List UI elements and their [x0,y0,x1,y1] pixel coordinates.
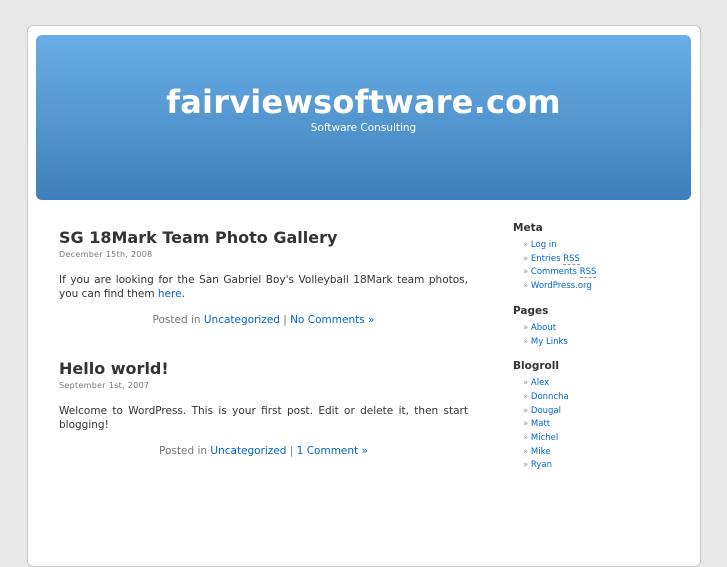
blogroll-link[interactable]: Donncha [531,392,569,402]
blogroll-link[interactable]: Alex [531,378,549,388]
category-link[interactable]: Uncategorized [210,445,286,457]
wordpress-link[interactable]: WordPress.org [531,281,592,291]
post-body: Welcome to WordPress. This is your first… [59,405,468,431]
post: Hello world! September 1st, 2007 Welcome… [59,359,468,457]
rss-abbr: RSS [579,267,597,279]
page-link-about[interactable]: About [531,323,556,333]
blogroll-link[interactable]: Dougal [531,406,561,416]
page-link-my-links[interactable]: My Links [531,337,568,347]
comments-rss-link[interactable]: Comments RSS [530,267,597,279]
blogroll-link[interactable]: Ryan [531,460,552,470]
separator: | [286,445,297,457]
pages-heading: Pages [513,304,549,317]
blogroll-link[interactable]: Michel [531,433,558,443]
posted-in-label: Posted in [159,445,211,457]
post-title-link[interactable]: SG 18Mark Team Photo Gallery [59,228,337,247]
entries-label: Entries [530,253,561,264]
post-title-link[interactable]: Hello world! [59,359,169,378]
sidebar: Meta Log in Entries RSS Comments RSS Wor… [513,222,663,484]
post-date: December 15th, 2008 [59,250,153,259]
site-header: fairviewsoftware.com Software Consulting [36,35,691,200]
category-link[interactable]: Uncategorized [204,314,280,326]
comments-label: Comments [530,267,577,278]
post: SG 18Mark Team Photo Gallery December 15… [59,228,468,326]
post-body: If you are looking for the San Gabriel B… [59,273,468,301]
site-description: Software Consulting [310,122,417,134]
separator: | [279,314,291,326]
posted-in-label: Posted in [152,314,204,326]
entries-rss-link[interactable]: Entries RSS [530,253,580,265]
post-text-end: . [181,288,185,300]
login-link[interactable]: Log in [531,240,557,250]
blogroll-link[interactable]: Matt [531,419,550,429]
comments-link[interactable]: 1 Comment » [297,445,368,457]
blogroll-link[interactable]: Mike [531,447,551,457]
post-date: September 1st, 2007 [59,381,150,390]
comments-link[interactable]: No Comments » [290,314,374,326]
meta-heading: Meta [513,222,543,234]
pages-list: About My Links [513,322,663,349]
post-meta: Posted in Uncategorized | No Comments » [59,314,468,326]
post-meta: Posted in Uncategorized | 1 Comment » [59,445,468,457]
blogroll-heading: Blogroll [513,360,559,373]
here-link[interactable]: here [158,288,182,300]
blogroll-list: Alex Donncha Dougal Matt Michel Mike Rya… [513,377,663,473]
site-title[interactable]: fairviewsoftware.com [36,83,691,121]
rss-abbr: RSS [563,253,580,265]
meta-list: Log in Entries RSS Comments RSS WordPres… [513,239,663,294]
post-text: If you are looking for the San Gabriel B… [59,274,468,300]
